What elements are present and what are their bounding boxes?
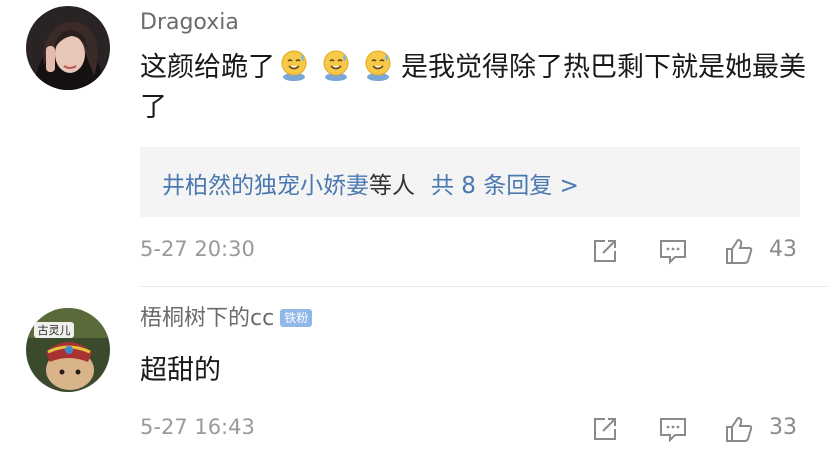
comment-icon[interactable] xyxy=(658,411,694,447)
reply-summary-box[interactable]: 井柏然的独宠小娇妻等人共 8 条回复 > xyxy=(140,147,800,217)
like-count: 33 xyxy=(769,415,797,440)
timestamp: 5-27 20:30 xyxy=(140,237,255,261)
thumbs-up-icon[interactable] xyxy=(724,233,760,269)
comment-text: 超甜的 xyxy=(140,355,221,386)
timestamp: 5-27 16:43 xyxy=(140,415,255,439)
share-icon[interactable] xyxy=(590,233,626,269)
username: 梧桐树下的cc 铁粉 xyxy=(140,300,313,332)
comment-meta-row: 5-27 16:43 33 xyxy=(140,411,828,447)
avatar-caption: 古灵儿 xyxy=(38,324,71,337)
comment-item: Dragoxia 这颜给跪了 是我觉得除了热巴剩下就是她最美了 井柏然的独宠小娇妻… xyxy=(0,0,828,286)
reply-summary: 井柏然的独宠小娇妻等人共 8 条回复 > xyxy=(162,166,579,200)
comment-icon[interactable] xyxy=(658,233,694,269)
username-text[interactable]: 梧桐树下的cc xyxy=(140,306,274,331)
reply-count-link[interactable]: 共 8 条回复 > xyxy=(431,173,579,199)
like-count: 43 xyxy=(769,237,797,262)
share-icon[interactable] xyxy=(590,411,626,447)
reply-user-names[interactable]: 井柏然的独宠小娇妻 xyxy=(162,173,369,199)
username[interactable]: Dragoxia xyxy=(140,10,239,35)
thumbs-up-icon[interactable] xyxy=(724,411,760,447)
comment-text: 这颜给跪了 是我觉得除了热巴剩下就是她最美了 xyxy=(140,48,810,128)
comment-text-before: 这颜给跪了 xyxy=(140,52,275,83)
comment-item: 古灵儿 梧桐树下的cc 铁粉 超甜的 5-27 16:43 33 xyxy=(0,287,828,451)
reply-summary-middle: 等人 xyxy=(369,173,415,199)
sweat-smile-emoji-icon xyxy=(321,48,351,82)
sweat-smile-emoji-icon xyxy=(279,48,309,82)
fan-badge: 铁粉 xyxy=(280,309,313,327)
avatar[interactable] xyxy=(26,6,110,90)
comment-meta-row: 5-27 20:30 43 xyxy=(140,233,828,269)
sweat-smile-emoji-icon xyxy=(363,48,393,82)
avatar[interactable]: 古灵儿 xyxy=(26,308,110,392)
